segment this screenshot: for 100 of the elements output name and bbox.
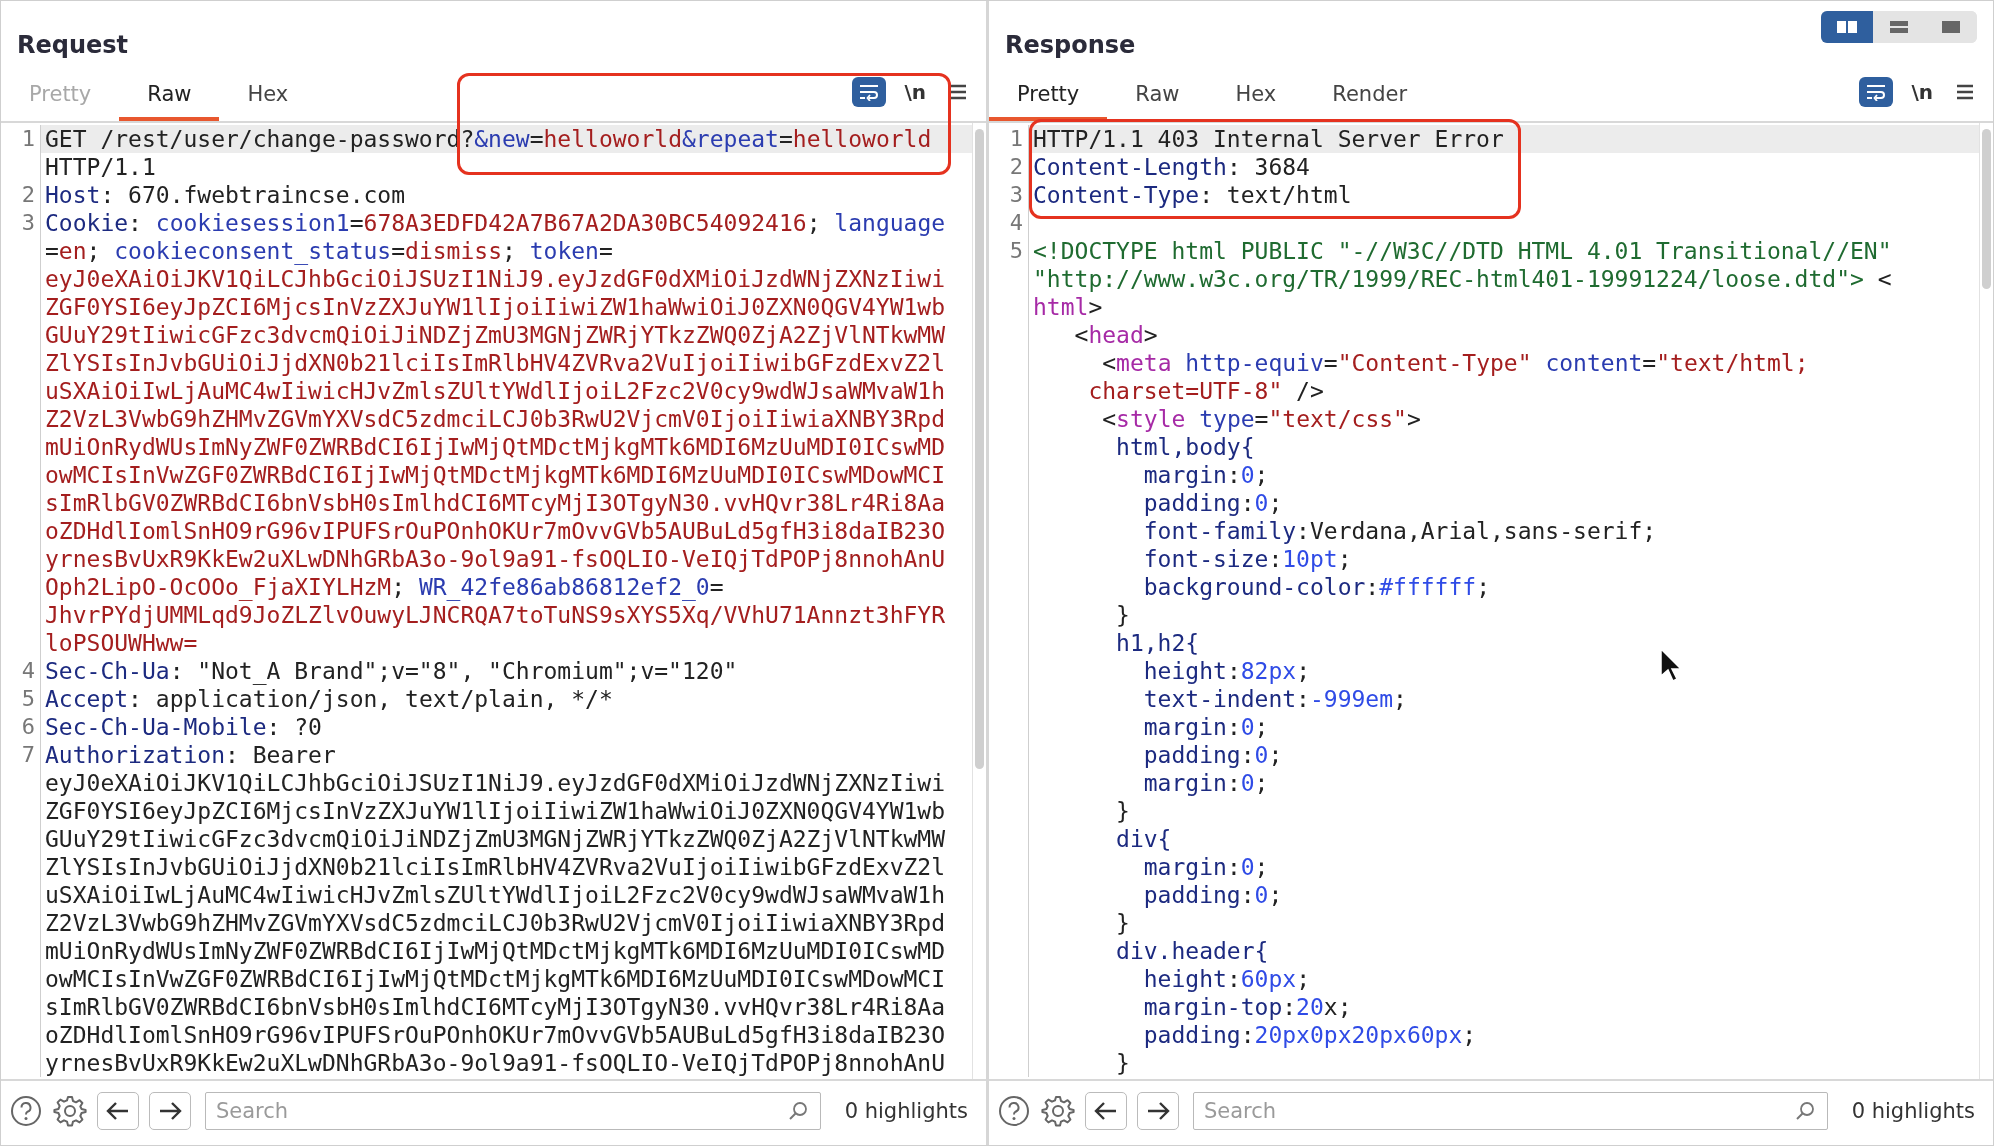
- code-line: background-color:#ffffff;: [1142, 573, 1490, 601]
- code-line: Content-Type: text/html: [1032, 181, 1352, 209]
- stacked-layout-icon: [1887, 18, 1911, 36]
- code-line: margin:0;: [1142, 769, 1269, 797]
- code-line: uSXAiOiIwLjAuMC4wIiwicHJvZmlsZUltYWdlIjoiL2Fzc2V0cy9wdWJsaWMvaW1h: [44, 377, 946, 405]
- line-number: 3: [1, 209, 41, 237]
- help-button[interactable]: [997, 1094, 1031, 1128]
- line-number: 2: [989, 153, 1029, 181]
- code-line: Sec-Ch-Ua-Mobile: ?0: [44, 713, 322, 741]
- line-number: 4: [989, 209, 1029, 237]
- right-arrow-icon: [158, 1101, 182, 1121]
- code-line: Sec-Ch-Ua: "Not_A Brand";v="8", "Chromium";v="120": [44, 657, 738, 685]
- help-icon: [997, 1094, 1031, 1128]
- scrollbar[interactable]: [1979, 123, 1993, 1079]
- code-line: ZGF0YSI6eyJpZCI6MjcsInVzZXJuYW1lIjoiIiwiZW1haWwiOiJ0ZXN0QGV4YW1wb: [44, 797, 946, 825]
- code-line: margin:0;: [1142, 461, 1269, 489]
- newline-toggle[interactable]: \n: [1905, 77, 1939, 107]
- help-button[interactable]: [9, 1094, 43, 1128]
- split-view-button[interactable]: [1821, 11, 1873, 43]
- code-line: }: [1115, 601, 1130, 629]
- left-arrow-icon: [1094, 1101, 1118, 1121]
- menu-icon: [948, 83, 968, 101]
- line-number: 3: [989, 181, 1029, 209]
- code-line: owMCIsInVwZGF0ZWRBdCI6IjIwMjQtMDctMjkgMTk6MDI6MzUuMDI0ICswMDowMCI: [44, 965, 946, 993]
- line-number: 4: [1, 657, 41, 685]
- forward-button[interactable]: [1137, 1092, 1179, 1130]
- code-line: yrnesBvUxR9KkEw2uXLwDNhGRbA3o-9ol9a91-fsOQLIO-VeIQjTdPOPj8nnohAnU: [44, 545, 946, 573]
- wrap-lines-icon: [858, 83, 881, 101]
- view-tab[interactable]: Render: [1304, 65, 1436, 121]
- code-line: ZGF0YSI6eyJpZCI6MjcsInVzZXJuYW1lIjoiIiwiZW1haWwiOiJ0ZXN0QGV4YW1wb: [44, 293, 946, 321]
- code-line: html,body{: [1115, 433, 1255, 461]
- view-tab[interactable]: Hex: [219, 65, 317, 121]
- line-number: 5: [1, 685, 41, 713]
- help-icon: [9, 1094, 43, 1128]
- code-line: Z2VzL3VwbG9hZHMvZGVmYXVsdC5zdmciLCJ0b3RwU2VjcmV0IjoiIiwiaXNBY3Rpd: [44, 909, 946, 937]
- search-field[interactable]: Search: [205, 1092, 821, 1130]
- code-line: sImRlbGV0ZWRBdCI6bnVsbH0sImlhdCI6MTcyMjI3OTgyN30.vvHQvr38Lr4Ri8Aa: [44, 489, 946, 517]
- line-number: 6: [1, 713, 41, 741]
- code-line: padding:0;: [1142, 489, 1283, 517]
- code-line: height:60px;: [1142, 965, 1310, 993]
- code-line: font-family:Verdana,Arial,sans-serif;: [1142, 517, 1657, 545]
- code-line: html>: [1032, 293, 1103, 321]
- menu-icon: [1955, 83, 1975, 101]
- code-line: margin:0;: [1142, 853, 1269, 881]
- code-line: Authorization: Bearer: [44, 741, 336, 769]
- code-line: "http://www.w3c.org/TR/1999/REC-html401-19991224/loose.dtd"> <: [1032, 265, 1892, 293]
- gear-icon: [53, 1094, 87, 1128]
- right-arrow-icon: [1146, 1101, 1170, 1121]
- wrap-lines-button[interactable]: [1859, 77, 1894, 107]
- code-line: Accept: application/json, text/plain, */*: [44, 685, 613, 713]
- code-line: oZDHdlIomlSnHO9rG96vIPUFSrOuPOnhOKUr7mOvvGVb5AUBuLd5gfH3i8daIB23O: [44, 517, 946, 545]
- line-number: 2: [1, 181, 41, 209]
- code-line: text-indent:-999em;: [1142, 685, 1407, 713]
- view-tab[interactable]: Pretty: [989, 65, 1108, 121]
- code-line: padding:0;: [1142, 741, 1283, 769]
- code-line: <head>: [1073, 321, 1158, 349]
- code-line: GUuY29tIiwicGFzc3dvcmQiOiJiNDZjZmU3MGNjZWRjYTkzZWQ0ZjA2ZjVlNTkwMW: [44, 825, 946, 853]
- highlights-count: 0 highlights: [1851, 1099, 1976, 1123]
- settings-button[interactable]: [1041, 1094, 1075, 1128]
- code-line: <meta http-equiv="Content-Type" content="text/html;: [1101, 349, 1809, 377]
- code-line: }: [1115, 909, 1130, 937]
- code-line: =en; cookieconsent_status=dismiss; token=: [44, 237, 613, 265]
- panel-title: Request: [17, 31, 129, 59]
- view-tab[interactable]: Raw: [1107, 65, 1208, 121]
- panel-title: Response: [1005, 31, 1136, 59]
- view-tab[interactable]: Raw: [119, 65, 220, 121]
- line-number: 1: [989, 125, 1029, 153]
- code-line: uSXAiOiIwLjAuMC4wIiwicHJvZmlsZUltYWdlIjoiL2Fzc2V0cy9wdWJsaWMvaW1h: [44, 881, 946, 909]
- back-button[interactable]: [1085, 1092, 1127, 1130]
- forward-button[interactable]: [149, 1092, 191, 1130]
- line-number: 5: [989, 237, 1029, 265]
- code-line: Cookie: cookiesession1=678A3EDFD42A7B67A2DA30BC54092416; language: [44, 209, 946, 237]
- code-line: font-size:10pt;: [1142, 545, 1352, 573]
- code-line: div{: [1115, 825, 1172, 853]
- code-line: height:82px;: [1142, 657, 1310, 685]
- search-field[interactable]: Search: [1193, 1092, 1828, 1130]
- code-line: yrnesBvUxR9KkEw2uXLwDNhGRbA3o-9ol9a91-fsOQLIO-VeIQjTdPOPj8nnohAnU: [44, 1049, 946, 1077]
- scrollbar[interactable]: [972, 123, 986, 1079]
- gear-icon: [1041, 1094, 1075, 1128]
- single-layout-icon: [1939, 18, 1963, 36]
- code-line: GUuY29tIiwicGFzc3dvcmQiOiJiNDZjZmU3MGNjZWRjYTkzZWQ0ZjA2ZjVlNTkwMW: [44, 321, 946, 349]
- code-line: padding:0;: [1142, 881, 1283, 909]
- code-line: margin-top:20x;: [1142, 993, 1352, 1021]
- code-line: }: [1115, 797, 1130, 825]
- code-line: Content-Length: 3684: [1032, 153, 1310, 181]
- code-line: HTTP/1.1: [44, 153, 156, 181]
- wrap-lines-button[interactable]: [852, 77, 887, 107]
- code-line: <style type="text/css">: [1101, 405, 1421, 433]
- code-line: margin:0;: [1142, 713, 1269, 741]
- left-arrow-icon: [106, 1101, 130, 1121]
- code-line: oZDHdlIomlSnHO9rG96vIPUFSrOuPOnhOKUr7mOvvGVb5AUBuLd5gfH3i8daIB23O: [44, 1021, 946, 1049]
- split-layout-icon: [1835, 18, 1859, 36]
- view-tab[interactable]: Hex: [1207, 65, 1305, 121]
- newline-toggle[interactable]: \n: [898, 77, 932, 107]
- code-line: Host: 670.fwebtraincse.com: [44, 181, 406, 209]
- code-line: loPSOUWHww=: [44, 629, 198, 657]
- settings-button[interactable]: [53, 1094, 87, 1128]
- code-line: div.header{: [1115, 937, 1269, 965]
- code-line: mUiOnRydWUsImNyZWF0ZWRBdCI6IjIwMjQtMDctMjkgMTk6MDI6MzUuMDI0ICswMD: [44, 937, 946, 965]
- back-button[interactable]: [97, 1092, 139, 1130]
